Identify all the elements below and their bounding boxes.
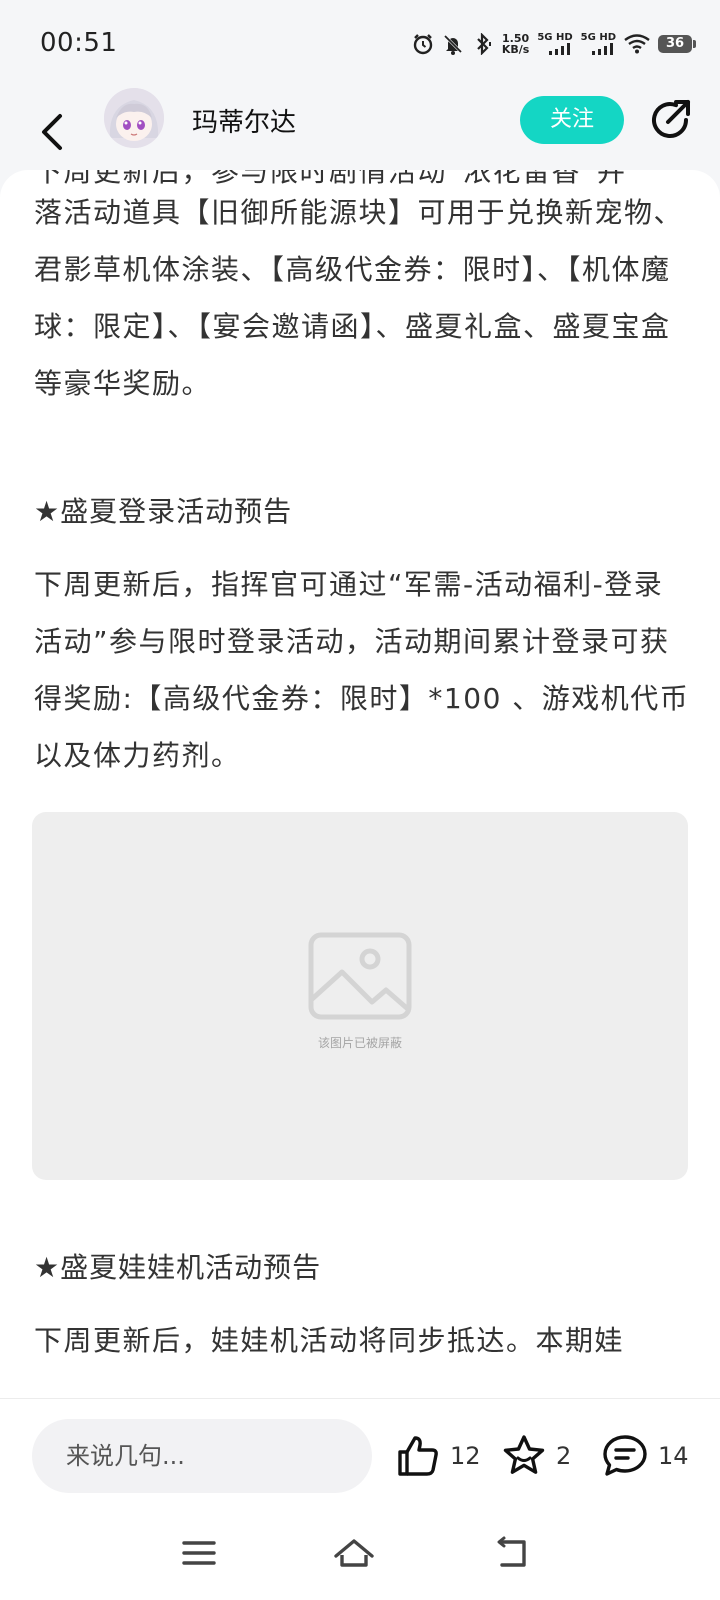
battery-icon: 36 xyxy=(658,35,696,53)
comment-icon xyxy=(603,1435,647,1476)
menu-icon xyxy=(182,1541,216,1565)
return-icon xyxy=(497,1536,526,1567)
sim2-label: 5G HD xyxy=(580,32,616,43)
like-count: 12 xyxy=(450,1442,481,1470)
article-content: 下周更新后，参与限时剧情活动“浓花留香”并 落活动道具【旧御所能源块】可用于兑换… xyxy=(0,170,720,1400)
bluetooth-icon xyxy=(477,33,491,55)
home-button[interactable] xyxy=(334,1534,374,1574)
share-icon xyxy=(652,100,690,139)
back-button[interactable] xyxy=(36,102,76,162)
like-button[interactable]: 12 xyxy=(396,1429,481,1483)
home-icon xyxy=(334,1539,374,1567)
avatar[interactable] xyxy=(104,88,164,148)
bottom-action-bar: 12 2 14 xyxy=(0,1398,720,1509)
article-paragraph: 下周更新后，指挥官可通过“军需-活动福利-登录活动”参与限时登录活动，活动期间累… xyxy=(34,568,690,772)
status-time: 00:51 xyxy=(40,28,118,58)
menu-button[interactable] xyxy=(180,1534,220,1574)
author-name[interactable]: 玛蒂尔达 xyxy=(192,102,296,139)
sim1-label: 5G HD xyxy=(537,32,573,43)
back-icon xyxy=(42,114,62,150)
thumbs-up-icon xyxy=(398,1436,438,1476)
status-icons: 1.50 KB/s 5G HD 5G HD 36 xyxy=(412,28,696,60)
share-button[interactable] xyxy=(646,96,694,144)
blocked-image-placeholder: 该图片已被屏蔽 xyxy=(32,812,688,1180)
comment-button[interactable]: 14 xyxy=(602,1429,689,1483)
comment-input[interactable] xyxy=(32,1419,372,1493)
image-icon xyxy=(308,932,412,1020)
avatar-image xyxy=(104,88,164,148)
back-nav-button[interactable] xyxy=(494,1534,534,1574)
section-heading: ★盛夏登录活动预告 xyxy=(34,495,293,528)
article-paragraph: 下周更新后，娃娃机活动将同步抵达。本期娃 xyxy=(34,1324,625,1357)
mute-icon xyxy=(443,34,462,55)
favorite-button[interactable]: 2 xyxy=(502,1429,571,1483)
net-speed-unit: KB/s xyxy=(501,43,530,56)
favorite-count: 2 xyxy=(556,1442,572,1470)
alarm-icon xyxy=(413,34,433,55)
comment-count: 14 xyxy=(658,1442,689,1470)
sim1-signal: 5G HD xyxy=(537,32,573,55)
follow-button[interactable]: 关注 xyxy=(520,96,624,144)
status-bar: 00:51 1.50 KB/s 5G HD 5G HD 36 xyxy=(0,0,720,88)
signal-icon xyxy=(592,43,613,55)
signal-icon xyxy=(548,43,570,55)
star-icon xyxy=(503,1435,545,1474)
article-paragraph: 落活动道具【旧御所能源块】可用于兑换新宠物、君影草机体涂装、【高级代金券：限时】… xyxy=(34,196,684,400)
post-header: 玛蒂尔达 关注 xyxy=(0,88,720,174)
sim2-signal: 5G HD xyxy=(581,33,616,55)
wifi-icon xyxy=(624,34,650,54)
section-heading: ★盛夏娃娃机活动预告 xyxy=(34,1251,322,1284)
blocked-image-text: 该图片已被屏蔽 xyxy=(317,1036,402,1050)
system-navigation-bar xyxy=(0,1508,720,1600)
net-speed: 1.50 KB/s xyxy=(502,33,529,55)
